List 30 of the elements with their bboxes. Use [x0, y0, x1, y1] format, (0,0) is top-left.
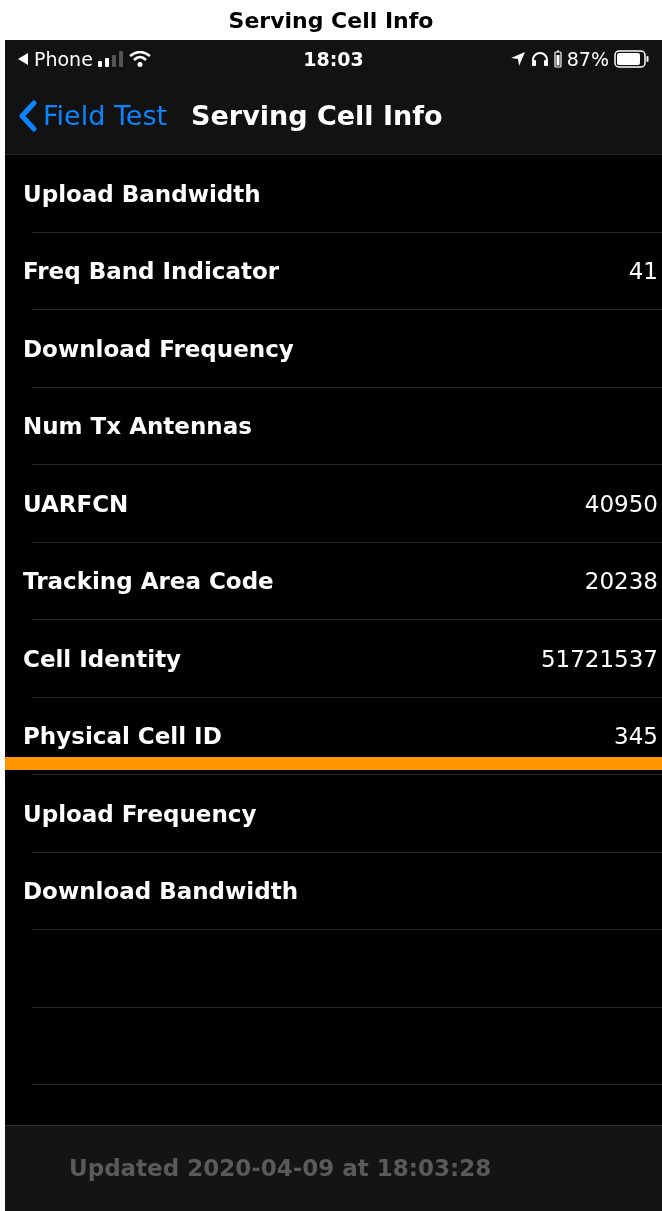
- back-button[interactable]: Field Test: [19, 95, 168, 137]
- row-value: 51721537: [540, 644, 658, 674]
- row-label: Download Bandwidth: [23, 877, 299, 906]
- navigation-title: Serving Cell Info: [191, 98, 443, 133]
- row-label: UARFCN: [23, 489, 129, 519]
- row-label: Freq Band Indicator: [23, 257, 280, 286]
- clock: 18:03: [303, 46, 364, 72]
- row-value: 41: [628, 257, 658, 286]
- updated-timestamp: Updated 2020-04-09 at 18:03:28: [69, 1154, 492, 1184]
- row-label: Physical Cell ID: [23, 722, 222, 751]
- row-value: 20238: [584, 567, 658, 596]
- battery-icon: [614, 50, 650, 68]
- wifi-icon: [128, 51, 151, 67]
- battery-percent: 87%: [566, 46, 609, 72]
- row-label: Upload Bandwidth: [23, 179, 261, 209]
- row-value: 40950: [584, 489, 658, 519]
- row-label: Upload Frequency: [23, 799, 257, 829]
- page-caption: Serving Cell Info: [228, 6, 434, 35]
- back-triangle-icon: [17, 52, 29, 66]
- row-label: Num Tx Antennas: [23, 412, 252, 441]
- signal-icon: [97, 51, 124, 67]
- row-label: Tracking Area Code: [23, 567, 274, 596]
- location-arrow-icon: [509, 51, 526, 67]
- headphones-icon: [530, 51, 549, 67]
- row-label: Cell Identity: [23, 644, 182, 674]
- row-label: Download Frequency: [23, 334, 294, 364]
- chevron-left-icon: [19, 100, 37, 132]
- row-value: 345: [614, 722, 658, 751]
- battery-small-icon: [553, 50, 562, 68]
- back-app-label: Phone: [34, 46, 93, 72]
